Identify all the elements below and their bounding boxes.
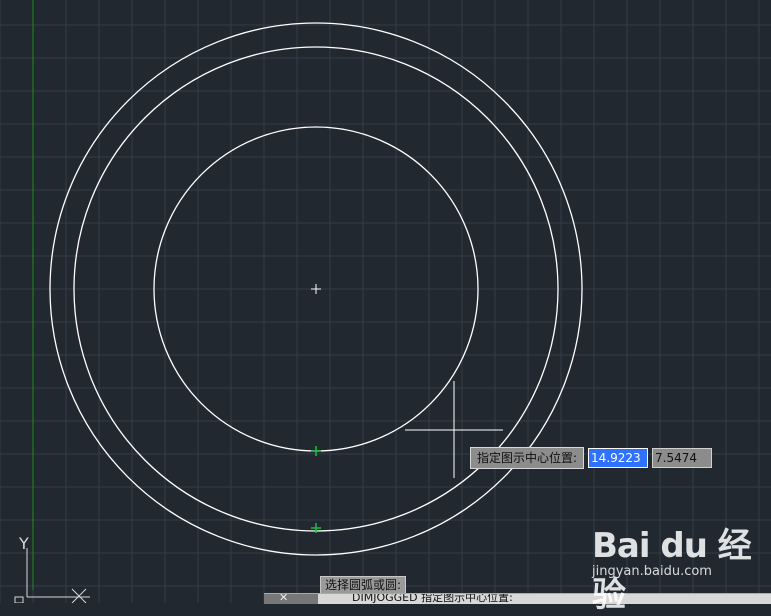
close-icon[interactable]: ✕ bbox=[279, 594, 288, 604]
center-mark bbox=[311, 284, 321, 294]
ucs-icon bbox=[14, 548, 90, 603]
watermark: Bai du 经验 jingyan.baidu.com bbox=[592, 518, 762, 615]
dynamic-input-tooltip: 指定图示中心位置: bbox=[470, 447, 713, 469]
watermark-url: jingyan.baidu.com bbox=[592, 564, 712, 579]
grid bbox=[0, 0, 771, 603]
dynamic-input-prompt: 指定图示中心位置: bbox=[470, 447, 585, 469]
y-coordinate-input[interactable] bbox=[652, 448, 713, 468]
command-history-text: DIMJOGGED 指定图示中心位置: bbox=[352, 593, 513, 604]
x-coordinate-input[interactable] bbox=[588, 448, 649, 468]
drawing-canvas[interactable]: Y bbox=[0, 0, 771, 603]
ucs-y-label: Y bbox=[18, 534, 29, 553]
command-prompt-tooltip: 选择圆弧或圆: bbox=[320, 576, 407, 594]
